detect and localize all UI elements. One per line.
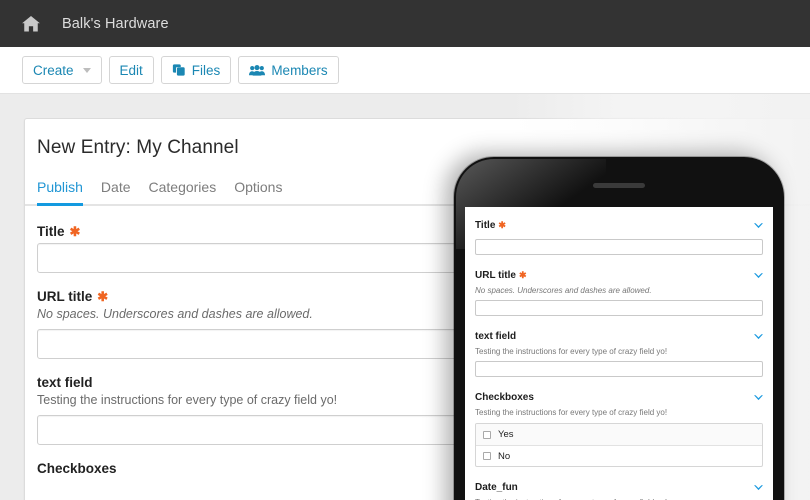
chevron-down-icon[interactable] xyxy=(754,478,763,496)
phone-checkbox-label-no: No xyxy=(498,450,511,462)
chevron-down-icon xyxy=(82,67,91,73)
phone-field-group-url-title: URL title ✱ No spaces. Underscores and d… xyxy=(475,266,763,316)
checkbox-icon[interactable] xyxy=(483,452,491,460)
phone-field-header-date-fun: Date_fun xyxy=(475,478,763,496)
checkbox-icon[interactable] xyxy=(483,430,491,439)
required-asterisk-icon: ✱ xyxy=(69,224,81,239)
phone-field-label-url-title: URL title ✱ xyxy=(475,270,526,281)
chevron-down-icon[interactable] xyxy=(754,266,763,284)
required-asterisk-icon: ✱ xyxy=(498,219,506,230)
phone-checkbox-row-yes[interactable]: Yes xyxy=(476,424,762,445)
tab-categories-label: Categories xyxy=(148,179,217,195)
files-button-label: Files xyxy=(191,62,221,78)
chevron-down-icon[interactable] xyxy=(754,327,763,345)
field-label-text-field-text: text field xyxy=(37,375,93,390)
home-icon[interactable] xyxy=(22,15,40,32)
phone-field-hint-text-field: Testing the instructions for every type … xyxy=(475,347,668,356)
phone-field-label-title-text: Title xyxy=(475,219,496,231)
copy-pages-icon xyxy=(172,63,186,77)
action-toolbar: Create Edit Files Members xyxy=(0,47,810,94)
phone-checkbox-label-yes: Yes xyxy=(498,429,514,440)
phone-checkbox-list: Yes No xyxy=(475,423,763,467)
members-button-label: Members xyxy=(271,62,328,78)
field-label-title-text: Title xyxy=(37,224,65,239)
tab-publish[interactable]: Publish xyxy=(37,179,83,206)
phone-url-title-input[interactable] xyxy=(475,300,763,316)
tab-date-label: Date xyxy=(100,179,131,195)
speaker-grille xyxy=(593,183,645,188)
phone-field-label-date-fun-text: Date_fun xyxy=(475,481,518,493)
field-label-url-title-text: URL title xyxy=(37,289,93,304)
phone-field-hint-checkboxes: Testing the instructions for every type … xyxy=(475,408,668,417)
phone-field-label-date-fun: Date_fun xyxy=(475,482,518,493)
phone-title-input[interactable] xyxy=(475,239,763,255)
phone-field-group-text-field: text field Testing the instructions for … xyxy=(475,327,763,377)
tab-date[interactable]: Date xyxy=(101,179,131,204)
phone-field-group-date-fun: Date_fun Testing the instructions for ev… xyxy=(475,478,763,500)
files-button[interactable]: Files xyxy=(160,56,232,84)
phone-field-header-checkboxes: Checkboxes xyxy=(475,388,763,406)
phone-field-label-checkboxes-text: Checkboxes xyxy=(475,391,534,403)
phone-field-hint-url-title: No spaces. Underscores and dashes are al… xyxy=(475,286,652,295)
phone-screen: Title ✱ URL title ✱ No spaces. Underscor… xyxy=(465,207,773,500)
create-button-label: Create xyxy=(33,62,74,78)
phone-field-label-text-field: text field xyxy=(475,331,516,342)
required-asterisk-icon: ✱ xyxy=(97,289,109,304)
phone-field-group-title: Title ✱ xyxy=(475,216,763,255)
page-title: New Entry: My Channel xyxy=(37,137,239,158)
tab-options-label: Options xyxy=(234,179,283,195)
edit-button[interactable]: Edit xyxy=(108,56,154,84)
chevron-down-icon[interactable] xyxy=(754,216,763,234)
tab-options[interactable]: Options xyxy=(234,179,282,204)
tab-publish-label: Publish xyxy=(37,179,83,195)
phone-form: Title ✱ URL title ✱ No spaces. Underscor… xyxy=(465,207,773,500)
phone-field-label-checkboxes: Checkboxes xyxy=(475,392,534,403)
phone-field-label-title: Title ✱ xyxy=(475,220,506,231)
phone-field-label-url-title-text: URL title xyxy=(475,269,516,281)
people-group-icon xyxy=(249,64,266,77)
required-asterisk-icon: ✱ xyxy=(518,269,527,280)
phone-field-group-checkboxes: Checkboxes Testing the instructions for … xyxy=(475,388,763,467)
phone-checkbox-row-no[interactable]: No xyxy=(476,445,762,466)
tab-categories[interactable]: Categories xyxy=(149,179,217,204)
phone-mockup: Title ✱ URL title ✱ No spaces. Underscor… xyxy=(454,157,784,500)
members-button[interactable]: Members xyxy=(238,56,339,84)
create-button[interactable]: Create xyxy=(22,56,102,84)
phone-field-header-title: Title ✱ xyxy=(475,216,763,234)
edit-button-label: Edit xyxy=(119,62,143,78)
top-bar: Balk's Hardware xyxy=(0,0,810,47)
chevron-down-icon[interactable] xyxy=(754,388,763,406)
phone-text-field-input[interactable] xyxy=(475,361,763,377)
field-label-checkboxes-text: Checkboxes xyxy=(37,461,117,476)
phone-field-label-text-field-text: text field xyxy=(475,330,517,342)
app-screenshot: Balk's Hardware Create Edit Files Member… xyxy=(0,0,810,500)
phone-field-header-url-title: URL title ✱ xyxy=(475,266,763,284)
site-title: Balk's Hardware xyxy=(62,15,169,32)
phone-field-header-text-field: text field xyxy=(475,327,763,345)
